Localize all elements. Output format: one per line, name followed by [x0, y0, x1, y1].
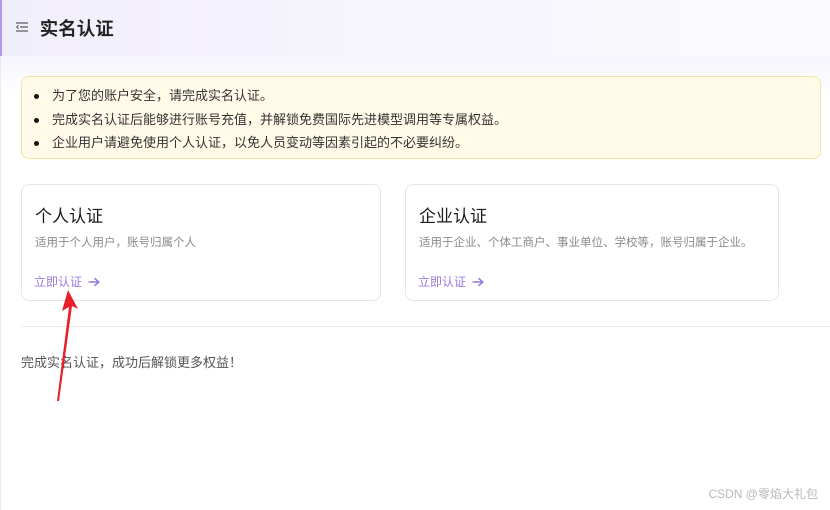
page-title: 实名认证: [40, 19, 114, 40]
notice-item: 为了您的账户安全，请完成实名认证。: [34, 85, 820, 109]
card-description: 适用于个人用户，账号归属个人: [35, 235, 196, 249]
link-label[interactable]: 立即认证: [418, 273, 466, 290]
verify-now-link-personal[interactable]: 立即认证: [34, 273, 101, 290]
notice-item: 完成实名认证后能够进行账号充值，并解锁免费国际先进模型调用等专属权益。: [34, 109, 820, 133]
card-title: 企业认证: [419, 207, 487, 227]
arrow-right-icon[interactable]: [472, 277, 485, 287]
notice-list: 为了您的账户安全，请完成实名认证。 完成实名认证后能够进行账号充值，并解锁免费国…: [34, 85, 820, 156]
enterprise-verification-card[interactable]: 企业认证 适用于企业、个体工商户、事业单位、学校等，账号归属于企业。 立即认证: [405, 184, 779, 301]
sidebar-edge: [0, 56, 1, 510]
top-header-bar: [0, 0, 830, 56]
notice-item: 企业用户请避免使用个人认证，以免人员变动等因素引起的不必要纠纷。: [34, 132, 820, 156]
arrow-right-icon[interactable]: [88, 277, 101, 287]
card-title: 个人认证: [35, 207, 103, 227]
card-description: 适用于企业、个体工商户、事业单位、学校等，账号归属于企业。: [419, 235, 753, 249]
link-label[interactable]: 立即认证: [34, 273, 82, 290]
verify-now-link-enterprise[interactable]: 立即认证: [418, 273, 485, 290]
personal-verification-card[interactable]: 个人认证 适用于个人用户，账号归属个人 立即认证: [21, 184, 381, 301]
notice-box: 为了您的账户安全，请完成实名认证。 完成实名认证后能够进行账号充值，并解锁免费国…: [21, 76, 821, 159]
watermark: CSDN @零焰大礼包: [708, 487, 818, 501]
section-divider: [21, 326, 830, 327]
menu-collapse-icon[interactable]: [16, 21, 28, 33]
footer-message: 完成实名认证，成功后解锁更多权益！: [21, 356, 243, 371]
